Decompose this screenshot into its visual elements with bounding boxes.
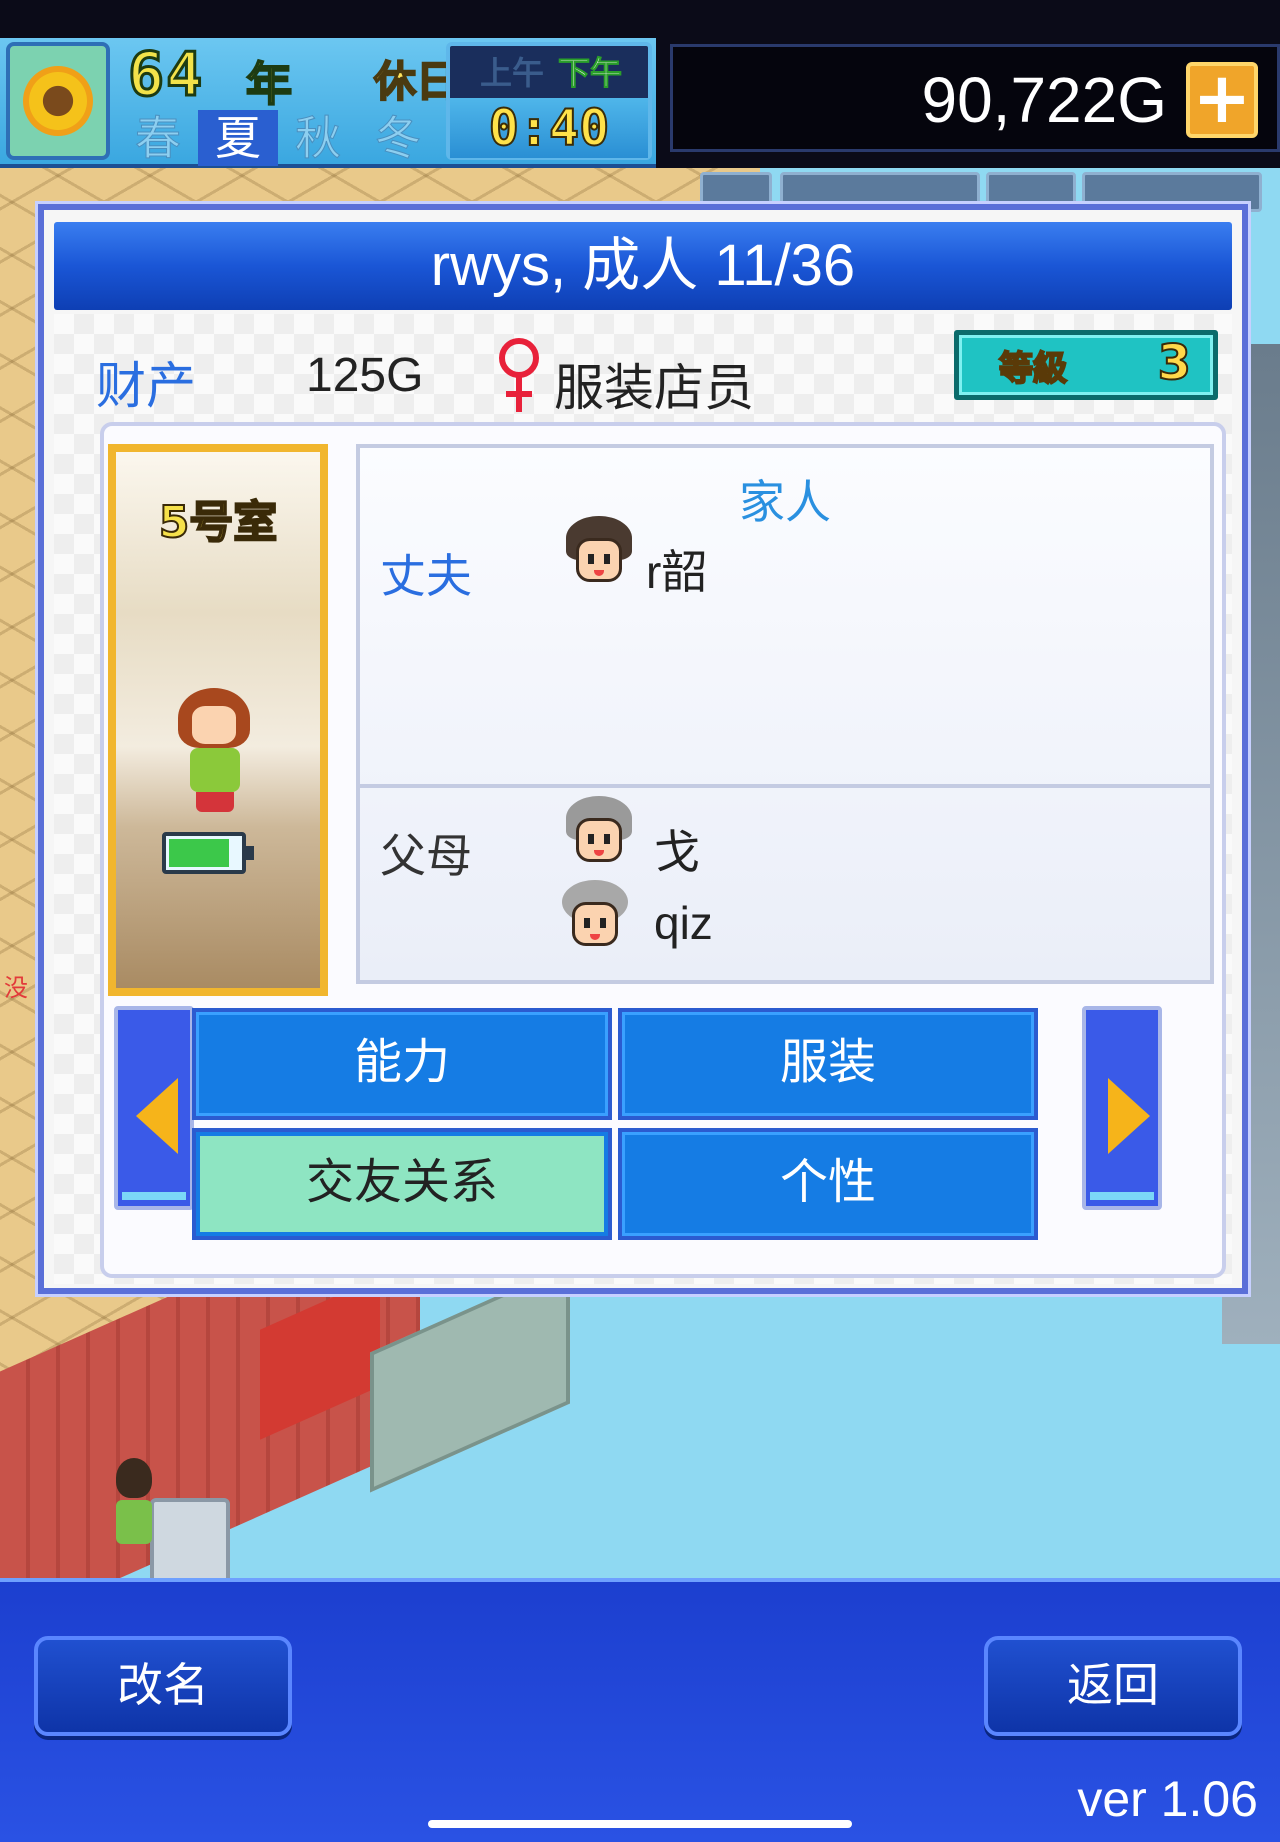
version-label: ver 1.06 <box>1077 1771 1258 1827</box>
sunflower-season-icon <box>6 42 110 160</box>
add-money-button[interactable]: + <box>1186 62 1258 138</box>
stamina-battery-icon <box>162 832 254 874</box>
spouse-label: 丈夫 <box>380 549 472 603</box>
tab-clothing[interactable]: 服装 <box>618 1008 1038 1120</box>
assets-value: 125G <box>306 349 424 402</box>
room-number: 5号室 <box>158 496 279 549</box>
assets-label: 财产 <box>96 357 196 415</box>
female-symbol-icon <box>499 338 539 412</box>
season-row: 春 夏 秋 冬 <box>118 110 438 166</box>
mother-face-icon[interactable] <box>562 880 628 950</box>
next-page-button[interactable] <box>1082 1006 1162 1210</box>
npc-character[interactable] <box>112 1458 156 1558</box>
clock-panel: 上午 下午 0:40 <box>446 42 652 160</box>
family-panel: 家人 丈夫 r韶 父母 戈 qiz <box>356 444 1214 984</box>
dialog-title: rwys, 成人 11/36 <box>54 222 1232 310</box>
rename-button[interactable]: 改名 <box>34 1636 292 1736</box>
left-arrow-icon <box>136 1078 178 1154</box>
year-unit: 年 <box>245 56 293 112</box>
back-button[interactable]: 返回 <box>984 1636 1242 1736</box>
parents-label: 父母 <box>380 829 472 883</box>
season-autumn: 秋 <box>295 111 342 166</box>
stamina-fill <box>169 839 229 867</box>
cash-register <box>150 1498 230 1578</box>
season-spring: 春 <box>135 111 182 166</box>
tab-ability[interactable]: 能力 <box>192 1008 612 1120</box>
right-arrow-icon <box>1108 1078 1150 1154</box>
spouse-face-icon[interactable] <box>566 516 632 586</box>
season-winter: 冬 <box>375 111 422 166</box>
game-clock: 0:40 <box>450 98 648 158</box>
family-heading: 家人 <box>739 475 831 529</box>
level-value: 3 <box>1157 334 1192 392</box>
room-card[interactable]: 5号室 <box>108 444 328 996</box>
year-number: 64 <box>126 39 205 112</box>
prev-page-button[interactable] <box>114 1006 194 1210</box>
spouse-name[interactable]: r韶 <box>646 536 707 602</box>
resident-sprite <box>178 688 254 814</box>
home-indicator[interactable] <box>428 1820 852 1828</box>
father-face-icon[interactable] <box>566 796 632 866</box>
mother-name[interactable]: qiz <box>654 896 713 950</box>
world-side-label: 没 <box>4 974 28 1002</box>
am-indicator: 上午 <box>480 54 545 92</box>
level-label: 等級 <box>998 348 1068 390</box>
father-name[interactable]: 戈 <box>654 816 700 882</box>
money-amount: 90,722G <box>921 64 1167 136</box>
job-title: 服装店员 <box>554 359 754 417</box>
level-badge: 等級 3 <box>954 330 1218 400</box>
resident-info-dialog: rwys, 成人 11/36 财产 125G 服装店员 等級 3 5号室 家人 … <box>38 204 1248 1294</box>
tab-relations[interactable]: 交友关系 <box>192 1128 612 1240</box>
pm-indicator: 下午 <box>557 54 623 93</box>
family-divider <box>360 784 1210 788</box>
season-summer: 夏 <box>198 110 278 166</box>
top-hud: 64 年 休日 春 夏 秋 冬 上午 下午 0:40 90,722G + <box>0 0 1280 212</box>
tab-personality[interactable]: 个性 <box>618 1128 1038 1240</box>
bottom-bar: 改名 返回 ver 1.06 <box>0 1578 1280 1842</box>
